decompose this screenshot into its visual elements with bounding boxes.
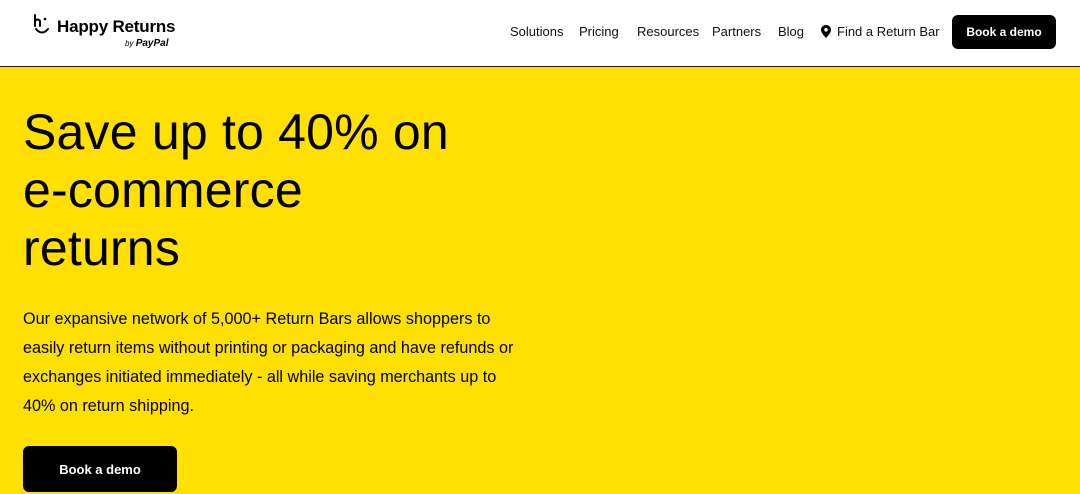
nav-item-resources[interactable]: Resources xyxy=(637,24,699,39)
brand-by-prefix: by xyxy=(125,39,134,48)
hero-description: Our expansive network of 5,000+ Return B… xyxy=(23,310,514,415)
map-pin-icon[interactable] xyxy=(821,25,831,38)
smile-logo-icon xyxy=(34,14,49,34)
nav-item-find-return-bar[interactable]: Find a Return Bar xyxy=(837,24,940,39)
brand-logo[interactable]: Happy Returns by PayPal xyxy=(32,14,182,54)
nav-item-partners[interactable]: Partners xyxy=(712,24,761,39)
hero-headline: Save up to 40% on e-commerce returns xyxy=(23,103,563,277)
hero-headline-line: Save up to 40% on xyxy=(23,104,449,160)
top-navigation-bar: Happy Returns by PayPal Solutions Pricin… xyxy=(0,0,1080,67)
hero-headline-line: returns xyxy=(23,220,181,276)
book-demo-nav-button[interactable]: Book a demo xyxy=(952,15,1056,49)
hero-headline-line: e-commerce xyxy=(23,162,303,218)
nav-item-solutions[interactable]: Solutions xyxy=(510,24,563,39)
nav-item-pricing[interactable]: Pricing xyxy=(579,24,619,39)
brand-name: Happy Returns xyxy=(57,17,176,36)
brand-by-name: PayPal xyxy=(135,38,169,49)
brand-byline: by PayPal xyxy=(125,38,169,49)
nav-item-blog[interactable]: Blog xyxy=(778,24,804,39)
book-demo-hero-button[interactable]: Book a demo xyxy=(23,446,177,492)
